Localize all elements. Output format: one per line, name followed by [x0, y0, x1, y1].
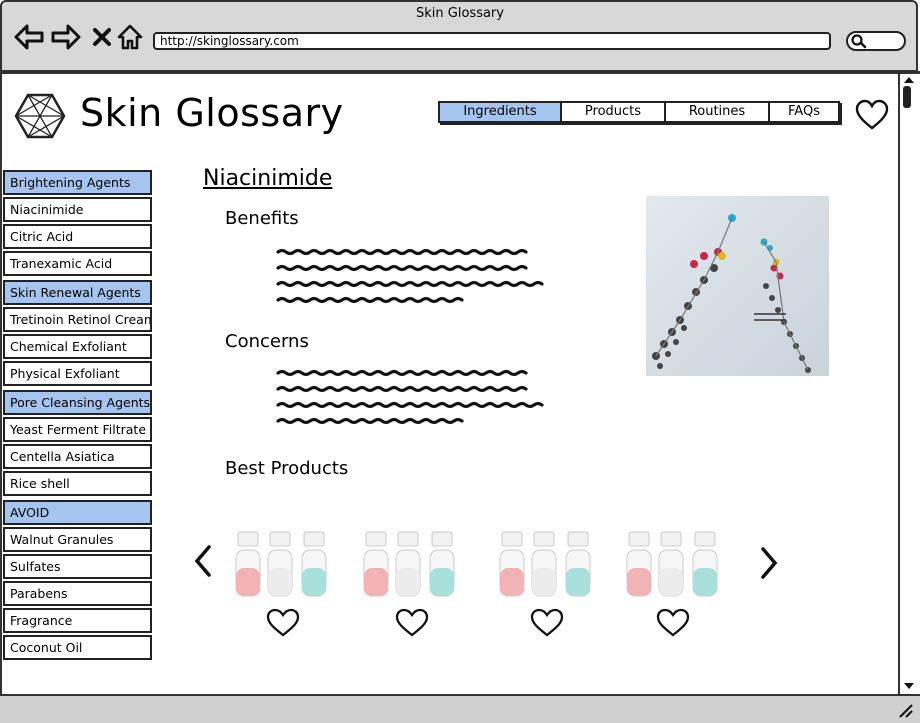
- product-card[interactable]: [494, 522, 604, 642]
- page-title: Niacinimide: [203, 166, 333, 191]
- tab-ingredients[interactable]: Ingredients: [438, 101, 562, 123]
- sidebar-item-niacinimide[interactable]: Niacinimide: [3, 197, 152, 222]
- site-title: Skin Glossary: [80, 91, 344, 135]
- browser-search-field[interactable]: [846, 31, 906, 51]
- product-image: [363, 531, 455, 597]
- search-icon: [851, 34, 867, 49]
- heart-icon[interactable]: [656, 608, 690, 638]
- sidebar-item-sulfates[interactable]: Sulfates: [3, 554, 152, 579]
- tab-faqs[interactable]: FAQs: [768, 101, 840, 123]
- benefits-text-placeholder: [276, 248, 544, 304]
- heart-icon[interactable]: [395, 608, 429, 638]
- product-image: [235, 531, 327, 597]
- sidebar-item-fragrance[interactable]: Fragrance: [3, 608, 152, 633]
- concerns-text-placeholder: [276, 369, 544, 425]
- vertical-scrollbar[interactable]: [898, 74, 918, 694]
- sidebar-item-walnut[interactable]: Walnut Granules: [3, 527, 152, 552]
- sidebar-category-skin-renewal[interactable]: Skin Renewal Agents: [3, 280, 152, 305]
- close-icon[interactable]: [87, 22, 117, 52]
- sidebar-item-coconut-oil[interactable]: Coconut Oil: [3, 635, 152, 660]
- sidebar-item-physical-exfoliant[interactable]: Physical Exfoliant: [3, 361, 152, 386]
- sidebar: Brightening Agents Niacinimide Citric Ac…: [3, 170, 152, 662]
- product-card[interactable]: [230, 522, 340, 642]
- best-products-heading: Best Products: [225, 458, 349, 479]
- sidebar-item-citric-acid[interactable]: Citric Acid: [3, 224, 152, 249]
- window-title: Skin Glossary: [416, 6, 504, 21]
- sidebar-item-parabens[interactable]: Parabens: [3, 581, 152, 606]
- sidebar-item-tranexamic-acid[interactable]: Tranexamic Acid: [3, 251, 152, 276]
- sidebar-item-tretinoin[interactable]: Tretinoin Retinol Cream: [3, 307, 152, 332]
- forward-arrow-icon[interactable]: [51, 22, 81, 52]
- concerns-heading: Concerns: [225, 331, 309, 352]
- scroll-up-icon[interactable]: [903, 76, 915, 84]
- scrollbar-thumb[interactable]: [903, 86, 911, 108]
- sidebar-item-centella[interactable]: Centella Asiatica: [3, 444, 152, 469]
- home-icon[interactable]: [115, 22, 145, 52]
- heart-icon[interactable]: [855, 99, 889, 131]
- chrome-divider: [0, 71, 920, 74]
- heart-icon[interactable]: [266, 608, 300, 638]
- sidebar-category-brightening[interactable]: Brightening Agents: [3, 170, 152, 195]
- resize-grip-icon[interactable]: [897, 702, 913, 718]
- sidebar-item-rice-shell[interactable]: Rice shell: [3, 471, 152, 496]
- logo-icon: [14, 93, 66, 139]
- sidebar-item-yeast-ferment[interactable]: Yeast Ferment Filtrate: [3, 417, 152, 442]
- chevron-right-icon[interactable]: [758, 546, 780, 580]
- back-arrow-icon[interactable]: [14, 22, 44, 52]
- sidebar-category-pore-cleansing[interactable]: Pore Cleansing Agents: [3, 390, 152, 415]
- chevron-left-icon[interactable]: [192, 544, 214, 578]
- benefits-heading: Benefits: [225, 208, 299, 229]
- heart-icon[interactable]: [530, 608, 564, 638]
- url-field[interactable]: http://skinglossary.com: [153, 32, 831, 50]
- molecule-image: [646, 196, 829, 376]
- product-image: [626, 531, 718, 597]
- tab-routines[interactable]: Routines: [664, 101, 770, 123]
- product-card[interactable]: [358, 522, 468, 642]
- scroll-down-icon[interactable]: [903, 682, 915, 690]
- status-bar: [0, 694, 920, 723]
- product-image: [499, 531, 591, 597]
- top-navigation: Ingredients Products Routines FAQs: [438, 101, 840, 127]
- tab-products[interactable]: Products: [560, 101, 666, 123]
- window-frame: [0, 72, 2, 702]
- sidebar-category-avoid[interactable]: AVOID: [3, 500, 152, 525]
- product-card[interactable]: [621, 522, 731, 642]
- sidebar-item-chemical-exfoliant[interactable]: Chemical Exfoliant: [3, 334, 152, 359]
